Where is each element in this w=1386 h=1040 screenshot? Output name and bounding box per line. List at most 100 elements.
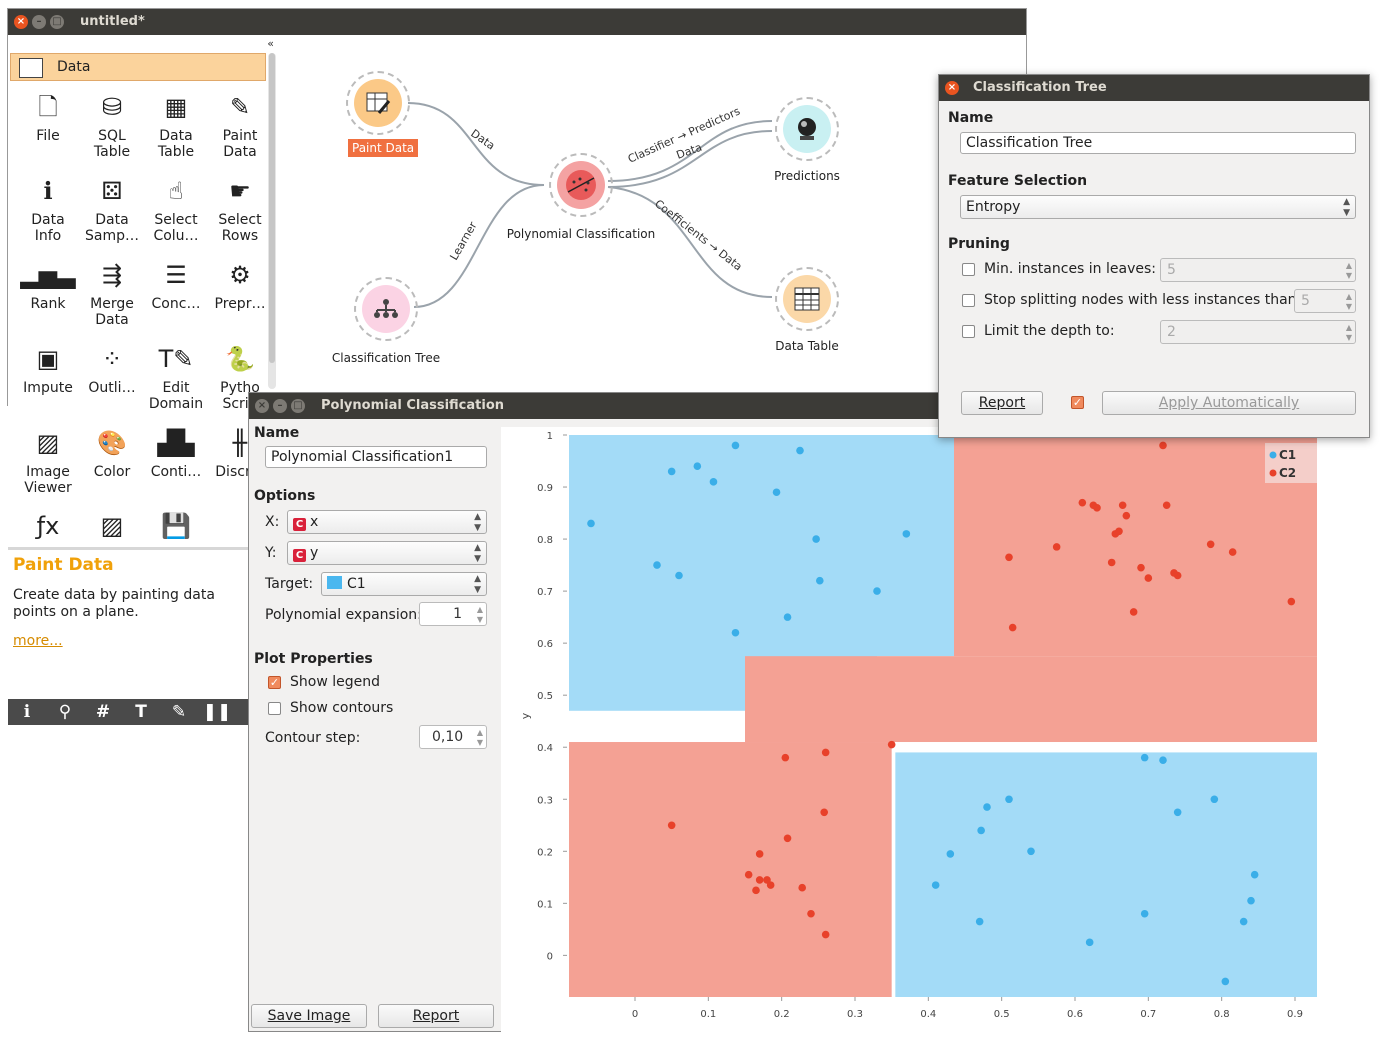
close-icon[interactable]: × bbox=[14, 15, 28, 29]
auto-apply-checkbox[interactable]: ✓ bbox=[1071, 396, 1084, 409]
apply-automatically-button[interactable]: Apply Automatically bbox=[1102, 391, 1356, 415]
stop-splitting-spinbox[interactable]: 5 ▲ ▼ bbox=[1294, 289, 1356, 313]
tool-impute[interactable]: ▣ Impute bbox=[16, 342, 80, 396]
info-icon[interactable]: ℹ bbox=[8, 699, 46, 725]
data-point-c2 bbox=[1144, 574, 1153, 582]
tool-label: Data Table bbox=[157, 128, 195, 160]
tool-data-info[interactable]: ℹ Data Info bbox=[16, 174, 80, 244]
node-polynomial-classification[interactable]: Polynomial Classification bbox=[506, 153, 656, 241]
tool-color[interactable]: 🎨 Color bbox=[80, 426, 144, 480]
tool-conti[interactable]: ▟▙ Conti… bbox=[144, 426, 208, 480]
tool-select-colu[interactable]: ☝ Select Colu… bbox=[144, 174, 208, 244]
more-link[interactable]: more... bbox=[13, 633, 63, 649]
tool-select-rows[interactable]: ☛ Select Rows bbox=[208, 174, 272, 244]
tool-rank[interactable]: ▂▅▃ Rank bbox=[16, 258, 80, 312]
search-icon[interactable]: ⚲ bbox=[46, 699, 84, 725]
x-tick-label: 0.8 bbox=[1214, 1009, 1230, 1020]
data-point-c1 bbox=[1173, 808, 1182, 817]
data-point-c2 bbox=[1107, 558, 1116, 567]
impute-icon: ▣ bbox=[36, 345, 60, 373]
data-point-c2 bbox=[1129, 608, 1138, 616]
tool-image-viewer[interactable]: ▨ Image Viewer bbox=[16, 426, 80, 496]
min-instances-spinbox[interactable]: 5 ▲ ▼ bbox=[1160, 258, 1356, 282]
database-icon: ⛁ bbox=[101, 93, 123, 121]
node-classification-tree[interactable]: Classification Tree bbox=[322, 277, 450, 365]
data-point-c2 bbox=[1170, 569, 1178, 577]
minimize-icon[interactable]: – bbox=[32, 15, 46, 29]
pause-icon[interactable]: ❚❚ bbox=[198, 699, 236, 725]
sampler-icon: ⚄ bbox=[101, 177, 123, 205]
report-button[interactable]: Report bbox=[378, 1004, 494, 1028]
tool-conc[interactable]: ☰ Conc… bbox=[144, 258, 208, 312]
collapse-toolbox-button[interactable]: « bbox=[267, 37, 274, 50]
report-label: Report bbox=[978, 395, 1026, 411]
purge-icon: ▨ bbox=[100, 512, 124, 540]
updown-icon[interactable]: ▲ ▼ bbox=[477, 603, 483, 625]
toolbox-scrollbar[interactable] bbox=[268, 53, 276, 389]
contour-step-label: Contour step: bbox=[265, 730, 361, 746]
save-icon: 💾 bbox=[161, 512, 191, 540]
tool-merge-data[interactable]: ⇶ Merge Data bbox=[80, 258, 144, 328]
scrollbar-thumb[interactable] bbox=[269, 53, 275, 363]
name-input[interactable]: Classification Tree bbox=[960, 132, 1356, 154]
updown-icon[interactable]: ▲ ▼ bbox=[1346, 290, 1352, 312]
x-select[interactable]: Cx ▲ ▼ bbox=[287, 510, 487, 534]
stop-splitting-checkbox[interactable] bbox=[962, 294, 975, 307]
show-contours-label: Show contours bbox=[290, 700, 394, 716]
text-icon[interactable]: T bbox=[122, 699, 160, 725]
tool-label: Select Rows bbox=[218, 212, 262, 244]
maximize-icon[interactable]: □ bbox=[291, 399, 305, 413]
contour-step-spinbox[interactable]: 0,10 ▲ ▼ bbox=[419, 725, 487, 749]
scatter-plot[interactable]: 0 0.1 0.2 0.3 0.4 0.5 0.6 0.7 0.8 0.9 0 0.1 0.2 0.3 0.… bbox=[501, 427, 1334, 1040]
close-icon[interactable]: × bbox=[255, 399, 269, 413]
tool-sql-table[interactable]: ⛁ SQL Table bbox=[80, 90, 144, 160]
description-splitter[interactable] bbox=[8, 547, 268, 550]
report-button[interactable]: Report bbox=[961, 391, 1043, 415]
target-select[interactable]: C1 ▲ ▼ bbox=[321, 572, 487, 596]
node-paint-data[interactable]: Paint Data bbox=[346, 71, 419, 157]
show-contours-checkbox[interactable] bbox=[268, 702, 281, 715]
grid-icon[interactable]: # bbox=[84, 699, 122, 725]
spin-value: 0,10 bbox=[432, 729, 464, 745]
workflow-canvas[interactable]: Data Learner Classifier → Predictors Dat… bbox=[278, 35, 1026, 405]
name-input[interactable]: Polynomial Classification1 bbox=[265, 446, 487, 468]
updown-icon: ▲ ▼ bbox=[1343, 197, 1350, 218]
limit-depth-checkbox[interactable] bbox=[962, 325, 975, 338]
purge-icon[interactable]: ▨ bbox=[80, 509, 144, 545]
data-point-c2 bbox=[1118, 501, 1127, 510]
min-instances-checkbox[interactable] bbox=[962, 263, 975, 276]
paint-icon: ✎ bbox=[229, 93, 251, 121]
y-tick-label: 0.9 bbox=[537, 483, 553, 494]
updown-icon[interactable]: ▲ ▼ bbox=[1346, 259, 1352, 281]
tool-data-table[interactable]: ▦ Data Table bbox=[144, 90, 208, 160]
formula-icon[interactable]: ƒx bbox=[16, 509, 80, 545]
maximize-icon[interactable]: □ bbox=[50, 15, 64, 29]
tool-file[interactable]: 🗋 File bbox=[16, 90, 80, 144]
tool-prepr[interactable]: ⚙ Prepr… bbox=[208, 258, 272, 312]
minimize-icon[interactable]: – bbox=[273, 399, 287, 413]
node-data-table[interactable]: Data Table bbox=[752, 267, 862, 353]
tool-paint-data[interactable]: ✎ Paint Data bbox=[208, 90, 272, 160]
polynomial-expansion-spinbox[interactable]: 1 ▲ ▼ bbox=[419, 602, 487, 626]
spin-value: 5 bbox=[1301, 293, 1310, 309]
tool-outli[interactable]: ⁘ Outli… bbox=[80, 342, 144, 396]
tool-edit-domain[interactable]: T✎ Edit Domain bbox=[144, 342, 208, 412]
y-select[interactable]: Cy ▲ ▼ bbox=[287, 541, 487, 565]
category-data-header[interactable]: Data bbox=[10, 53, 266, 81]
save-image-button[interactable]: Save Image bbox=[251, 1004, 367, 1028]
updown-icon[interactable]: ▲ ▼ bbox=[477, 726, 483, 748]
description-text: Create data by painting data points on a… bbox=[13, 587, 215, 620]
plot-area[interactable]: 0 0.1 0.2 0.3 0.4 0.5 0.6 0.7 0.8 0.9 0 0.1 0.2 0.3 0.… bbox=[501, 427, 1334, 1040]
image-icon: ▨ bbox=[36, 429, 60, 457]
data-point-c2 bbox=[667, 821, 676, 830]
tool-data-samp[interactable]: ⚄ Data Samp… bbox=[80, 174, 144, 244]
node-predictions[interactable]: Predictions bbox=[752, 97, 862, 183]
feature-selection-select[interactable]: Entropy ▲ ▼ bbox=[960, 195, 1356, 219]
updown-icon[interactable]: ▲ ▼ bbox=[1346, 321, 1352, 343]
pen-icon[interactable]: ✎ bbox=[160, 699, 198, 725]
save-icon[interactable]: 💾 bbox=[144, 509, 208, 545]
close-icon[interactable]: × bbox=[945, 81, 959, 95]
limit-depth-spinbox[interactable]: 2 ▲ ▼ bbox=[1160, 320, 1356, 344]
region-c2 bbox=[745, 656, 1317, 743]
show-legend-checkbox[interactable]: ✓ bbox=[268, 676, 281, 689]
